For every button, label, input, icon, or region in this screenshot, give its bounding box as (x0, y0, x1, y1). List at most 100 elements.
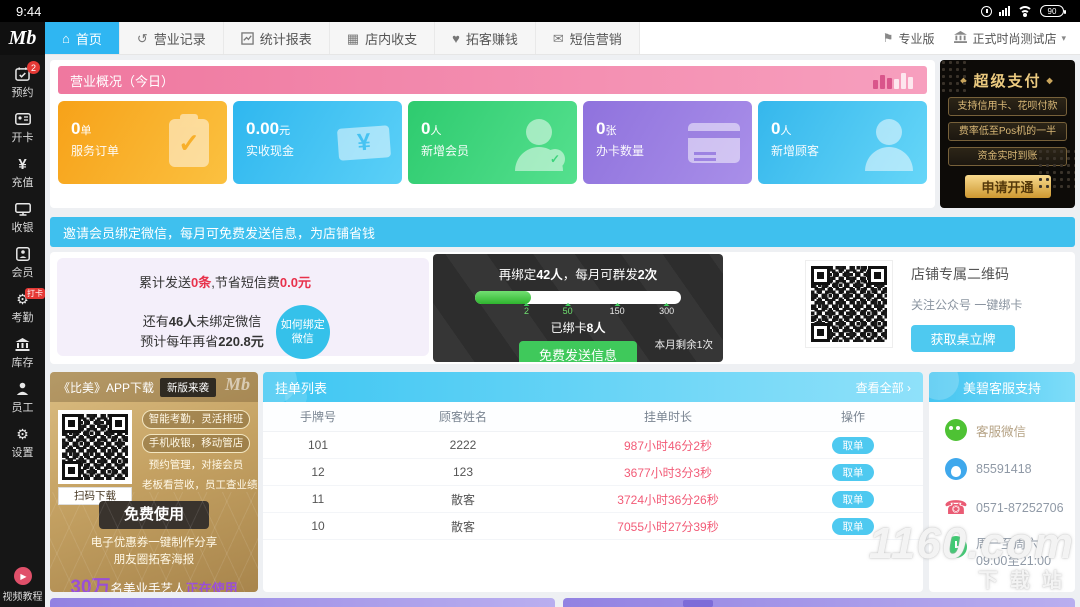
free-send-button[interactable]: 免费发送信息 (519, 341, 637, 362)
sidebar-item-staff[interactable]: 员工 (0, 376, 45, 421)
monitor-icon (15, 201, 31, 217)
edition-badge[interactable]: ⚑ 专业版 (883, 30, 935, 47)
table-row: 10 散客 7055小时27分39秒 取单 (263, 513, 923, 540)
stat-suffix: 正在使用 (186, 581, 238, 592)
cell-duration: 3677小时3分3秒 (553, 464, 783, 481)
app-screen: 9:44 90 Mb ⌂ 首页 ↺ 营业记录 统计报表 ▦ 店内收支 ♥ 拓客赚… (0, 0, 1080, 607)
footer-panel-bar (50, 598, 555, 607)
orders-header: 挂单列表 查看全部 › (263, 372, 923, 402)
table-row: 101 2222 987小时46分2秒 取单 (263, 432, 923, 459)
promo-pill: 手机收银，移动管店 (142, 434, 250, 453)
promo-line: 朋友圈拓客海报 (58, 552, 250, 569)
superpay-feature: 支持信用卡、花呗付款 (948, 97, 1067, 116)
take-order-button[interactable]: 取单 (832, 437, 874, 454)
brand-logo-watermark: Mb (225, 374, 250, 395)
tab-statistics[interactable]: 统计报表 (224, 22, 330, 54)
progress-text: ，每月可群发 (563, 268, 638, 282)
cell-customer: 2222 (373, 438, 553, 452)
progress-fill (475, 291, 531, 304)
sidebar-item-members[interactable]: 会员 (0, 241, 45, 286)
how-to-bind-button[interactable]: 如何绑定微信 (276, 305, 330, 359)
promo-features: 智能考勤，灵活排班 手机收银，移动管店 预约管理，对接会员 老板看营收，员工查业… (142, 410, 250, 493)
store-qr-code (805, 260, 893, 348)
store-name: 正式时尚测试店 (972, 30, 1056, 47)
dots-deco (940, 60, 968, 94)
tab-label: 统计报表 (260, 29, 312, 48)
bound-count: 8人 (587, 321, 606, 335)
sidebar-label: 考勤 (12, 309, 34, 325)
take-order-button[interactable]: 取单 (832, 464, 874, 481)
bank-icon (954, 31, 967, 46)
sidebar-item-appointments[interactable]: 2 预约 (0, 61, 45, 106)
superpay-panel: ◆ 超级支付 ◆ 支持信用卡、花呗付款 费率低至Pos机的一半 资金实时到账 申… (940, 60, 1075, 208)
battery-level: 90 (1048, 7, 1057, 16)
tab-store-expenses[interactable]: ▦ 店内收支 (330, 22, 435, 54)
cell-tag-no: 11 (263, 492, 373, 506)
cell-duration: 3724小时36分26秒 (553, 491, 783, 508)
promo-line: 老板看营收，员工查业绩 (142, 478, 250, 493)
sidebar-item-open-card[interactable]: 开卡 (0, 106, 45, 151)
sidebar-item-attendance[interactable]: 打卡 ⚙ 考勤 (0, 286, 45, 331)
tab-label: 首页 (76, 29, 102, 48)
attendance-badge: 打卡 (25, 288, 45, 299)
money-icon: ¥ (336, 115, 392, 171)
sidebar-label: 设置 (12, 444, 34, 460)
promo-line: 电子优惠券一键制作分享 (58, 535, 250, 552)
sidebar-label: 预约 (12, 84, 34, 100)
sidebar-item-inventory[interactable]: 库存 (0, 331, 45, 376)
free-use-badge: 免费使用 (99, 501, 209, 529)
stat-unit: 单 (80, 125, 91, 137)
clock-time: 9:44 (16, 4, 41, 19)
sms-savings-card: 累计发送0条,节省短信费0.0元 还有46人未绑定微信 预计每年再省220.8元… (57, 258, 429, 356)
sidebar-label: 开卡 (12, 129, 34, 145)
tab-business-records[interactable]: ↺ 营业记录 (120, 22, 224, 54)
main-content: 营业概况（今日） 0单 服务订单 ✓ 0.00元 实收现金 ¥ (45, 55, 1080, 607)
app-promo-panel[interactable]: 《比美》APP下载 新版来袭 Mb 扫码下载 智能考勤，灵活排班 手机收银，移动… (50, 372, 258, 592)
mail-icon: ✉ (553, 32, 564, 45)
store-selector[interactable]: 正式时尚测试店 ▾ (954, 30, 1066, 47)
sidebar-item-settings[interactable]: ⚙ 设置 (0, 421, 45, 466)
stat-mid: 名美业手艺人 (111, 582, 186, 592)
sidebar-item-recharge[interactable]: ¥ 充值 (0, 151, 45, 196)
stat-card-cash-received: 0.00元 实收现金 ¥ (233, 101, 402, 184)
tab-customer-acquisition[interactable]: ♥ 拓客赚钱 (435, 22, 536, 54)
chevron-down-icon: ▾ (1061, 33, 1066, 44)
stat-value: 0.00 (246, 119, 279, 138)
support-qq: 85591418 (929, 458, 1075, 480)
view-all-link[interactable]: 查看全部 › (856, 379, 911, 396)
diamond-icon: ◆ (1047, 76, 1055, 85)
video-label: 视频教程 (3, 588, 43, 603)
wechat-bind-banner: 邀请会员绑定微信，每月可免费发送信息，为店铺省钱 (50, 217, 1075, 247)
monthly-remaining: 本月剩余1次 (655, 337, 713, 352)
clock-icon (945, 536, 967, 558)
status-bar: 9:44 90 (0, 0, 1080, 22)
dots-deco (1037, 148, 1075, 190)
sidebar-label: 充值 (12, 174, 34, 190)
tick-label: 2 (524, 306, 529, 316)
home-icon: ⌂ (62, 32, 70, 45)
take-order-button[interactable]: 取单 (832, 518, 874, 535)
tab-sms-marketing[interactable]: ✉ 短信营销 (536, 22, 640, 54)
cell-customer: 123 (373, 465, 553, 479)
bars-chart-icon (873, 73, 913, 89)
tick-label: 300 (659, 306, 674, 316)
credit-card-icon (686, 115, 742, 171)
support-phone: ☎ 0571-87252706 (929, 497, 1075, 519)
cell-tag-no: 12 (263, 465, 373, 479)
promo-line: 预约管理，对接会员 (142, 458, 250, 473)
alarm-icon (981, 6, 992, 17)
sidebar-item-cashier[interactable]: 收银 (0, 196, 45, 241)
col-header: 挂单时长 (553, 408, 783, 425)
col-header: 手牌号 (263, 408, 373, 425)
stat-card-new-customers: 0人 新增顾客 (758, 101, 927, 184)
tab-home[interactable]: ⌂ 首页 (45, 22, 120, 54)
sidebar-video-tutorial[interactable]: ▶ 视频教程 (0, 567, 45, 603)
take-order-button[interactable]: 取单 (832, 491, 874, 508)
support-text: 客服微信 (976, 421, 1026, 440)
get-table-card-button[interactable]: 获取桌立牌 (911, 325, 1015, 352)
sidebar-label: 库存 (12, 354, 34, 370)
support-days: 周一至周六 (976, 537, 1039, 551)
cell-customer: 散客 (373, 518, 553, 535)
col-header: 顾客姓名 (373, 408, 553, 425)
sidebar-label: 收银 (12, 219, 34, 235)
